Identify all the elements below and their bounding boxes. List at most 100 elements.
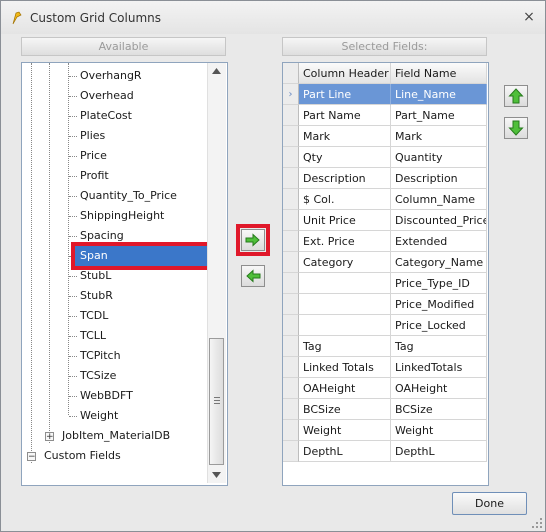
column-header-cell-value[interactable]: Category xyxy=(299,252,391,273)
field-name-cell[interactable]: Price_Type_ID xyxy=(391,273,487,294)
column-header-cell-value[interactable]: Description xyxy=(299,168,391,189)
tree-item[interactable]: Span xyxy=(80,246,108,266)
column-header-cell-value[interactable]: Part Line xyxy=(299,84,391,105)
tree-parent-item[interactable]: JobItem_MaterialDB xyxy=(62,426,170,446)
row-indicator[interactable] xyxy=(283,378,299,399)
column-header-cell-value[interactable]: Linked Totals xyxy=(299,357,391,378)
tree-item[interactable]: TCLL xyxy=(80,326,106,346)
add-field-button[interactable] xyxy=(241,229,265,251)
field-name-cell[interactable]: Extended xyxy=(391,231,487,252)
field-name-cell[interactable]: OAHeight xyxy=(391,378,487,399)
row-indicator[interactable] xyxy=(283,315,299,336)
selected-fields-grid[interactable]: Column Header Field Name › Part Line Line_Na… xyxy=(282,62,489,486)
field-name-cell[interactable]: Category_Name xyxy=(391,252,487,273)
tree-item[interactable]: Profit xyxy=(80,166,109,186)
remove-field-button[interactable] xyxy=(241,265,265,287)
column-header-cell-value[interactable] xyxy=(299,273,391,294)
scroll-thumb[interactable] xyxy=(209,338,224,465)
tree-item[interactable]: OverhangR xyxy=(80,66,142,86)
move-down-button[interactable] xyxy=(504,117,528,139)
table-row[interactable]: Part Name Part_Name xyxy=(283,105,487,126)
field-name-cell[interactable]: Part_Name xyxy=(391,105,487,126)
tree-item[interactable]: Overhead xyxy=(80,86,134,106)
table-row[interactable]: Weight Weight xyxy=(283,420,487,441)
table-row[interactable]: $ Col. Column_Name xyxy=(283,189,487,210)
column-header-cell-value[interactable]: Tag xyxy=(299,336,391,357)
field-name-cell[interactable]: Price_Modified xyxy=(391,294,487,315)
row-indicator[interactable] xyxy=(283,189,299,210)
table-row[interactable]: Linked Totals LinkedTotals xyxy=(283,357,487,378)
row-indicator[interactable] xyxy=(283,441,299,462)
tree-item[interactable]: Weight xyxy=(80,406,118,426)
column-header-cell[interactable]: Column Header xyxy=(299,63,391,84)
table-row[interactable]: Price_Locked xyxy=(283,315,487,336)
row-indicator[interactable]: › xyxy=(283,84,299,105)
table-row[interactable]: Price_Modified xyxy=(283,294,487,315)
table-row[interactable]: Description Description xyxy=(283,168,487,189)
column-header-cell-value[interactable]: Ext. Price xyxy=(299,231,391,252)
row-indicator[interactable] xyxy=(283,168,299,189)
row-indicator[interactable] xyxy=(283,252,299,273)
table-row[interactable]: OAHeight OAHeight xyxy=(283,378,487,399)
column-header-cell-value[interactable]: BCSize xyxy=(299,399,391,420)
tree-item[interactable]: WebBDFT xyxy=(80,386,133,406)
row-indicator[interactable] xyxy=(283,336,299,357)
table-row[interactable]: Category Category_Name xyxy=(283,252,487,273)
field-name-cell[interactable]: Line_Name xyxy=(391,84,487,105)
row-indicator[interactable] xyxy=(283,357,299,378)
field-name-cell[interactable]: Weight xyxy=(391,420,487,441)
table-row[interactable]: Unit Price Discounted_Price xyxy=(283,210,487,231)
field-name-cell[interactable]: BCSize xyxy=(391,399,487,420)
row-indicator[interactable] xyxy=(283,399,299,420)
tree-item[interactable]: ShippingHeight xyxy=(80,206,164,226)
table-row[interactable]: DepthL DepthL xyxy=(283,441,487,462)
title-bar[interactable]: Custom Grid Columns × xyxy=(1,1,545,34)
tree-item[interactable]: PlateCost xyxy=(80,106,132,126)
column-header-cell-value[interactable]: Mark xyxy=(299,126,391,147)
close-icon[interactable]: × xyxy=(521,9,537,25)
table-row[interactable]: Mark Mark xyxy=(283,126,487,147)
tree-item[interactable]: StubR xyxy=(80,286,113,306)
field-name-cell[interactable]: Mark xyxy=(391,126,487,147)
column-header-cell-value[interactable]: DepthL xyxy=(299,441,391,462)
row-indicator[interactable] xyxy=(283,273,299,294)
field-name-cell[interactable]: Price_Locked xyxy=(391,315,487,336)
available-fields-tree[interactable]: OverhangR Overhead PlateCost Plies Price Prof… xyxy=(21,62,228,486)
done-button[interactable]: Done xyxy=(452,492,527,515)
field-name-cell[interactable]: Quantity xyxy=(391,147,487,168)
column-header-cell[interactable]: Field Name xyxy=(391,63,487,84)
resize-grip-icon[interactable] xyxy=(531,517,543,529)
field-name-cell[interactable]: LinkedTotals xyxy=(391,357,487,378)
row-indicator[interactable] xyxy=(283,126,299,147)
column-header-cell-value[interactable]: $ Col. xyxy=(299,189,391,210)
row-indicator[interactable] xyxy=(283,210,299,231)
tree-item[interactable]: TCSize xyxy=(80,366,116,386)
column-header-cell-value[interactable]: Part Name xyxy=(299,105,391,126)
row-indicator[interactable] xyxy=(283,420,299,441)
tree-item[interactable]: TCPitch xyxy=(80,346,121,366)
tree-parent-item[interactable]: Custom Fields xyxy=(44,446,121,466)
column-header-cell-value[interactable] xyxy=(299,294,391,315)
table-row[interactable]: › Part Line Line_Name xyxy=(283,84,487,105)
row-indicator[interactable] xyxy=(283,105,299,126)
expand-icon[interactable]: + xyxy=(45,432,54,442)
collapse-icon[interactable]: − xyxy=(27,452,36,462)
column-header-cell-value[interactable]: Unit Price xyxy=(299,210,391,231)
table-row[interactable]: Ext. Price Extended xyxy=(283,231,487,252)
table-row[interactable]: BCSize BCSize xyxy=(283,399,487,420)
field-name-cell[interactable]: Discounted_Price xyxy=(391,210,487,231)
table-row[interactable]: Tag Tag xyxy=(283,336,487,357)
tree-item[interactable]: Quantity_To_Price xyxy=(80,186,177,206)
tree-item[interactable]: Price xyxy=(80,146,107,166)
field-name-cell[interactable]: Description xyxy=(391,168,487,189)
field-name-cell[interactable]: Column_Name xyxy=(391,189,487,210)
column-header-cell-value[interactable]: Qty xyxy=(299,147,391,168)
move-up-button[interactable] xyxy=(504,85,528,107)
row-indicator[interactable] xyxy=(283,231,299,252)
tree-item[interactable]: StubL xyxy=(80,266,111,286)
table-row[interactable]: Price_Type_ID xyxy=(283,273,487,294)
tree-scrollbar[interactable] xyxy=(207,63,226,483)
column-header-cell-value[interactable]: Weight xyxy=(299,420,391,441)
field-name-cell[interactable]: DepthL xyxy=(391,441,487,462)
column-header-cell-value[interactable] xyxy=(299,315,391,336)
